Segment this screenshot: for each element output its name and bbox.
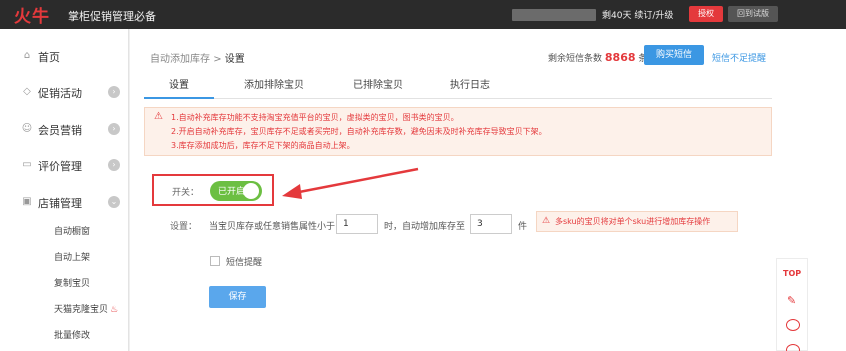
sidebar-item-label: 会员营销 xyxy=(38,124,82,137)
setting-label: 设置： xyxy=(170,222,198,232)
sidebar-item-shop-management[interactable]: ▣ 店铺管理 ⌄ xyxy=(0,193,129,213)
sidebar-subitem-label: 天猫克隆宝贝 xyxy=(54,305,109,315)
notice-line-1: 1.自动补充库存功能不支持淘宝充值平台的宝贝，虚拟类的宝贝，图书类的宝贝。 xyxy=(171,113,459,122)
tab-excluded-items[interactable]: 已排除宝贝 xyxy=(338,75,418,99)
sms-remaining-label: 剩余短信条数 xyxy=(548,54,603,64)
subscription-days-left[interactable]: 剩40天 续订/升级 xyxy=(602,8,673,21)
breadcrumb-parent[interactable]: 自动添加库存 xyxy=(150,54,210,65)
enable-toggle[interactable]: 已开启 xyxy=(210,181,262,201)
tag-icon: ◇ xyxy=(23,86,31,97)
sidebar-item-home[interactable]: ⌂ 首页 xyxy=(0,47,129,67)
tab-execution-log[interactable]: 执行日志 xyxy=(430,75,510,99)
shop-icon: ▣ xyxy=(22,196,32,207)
authorize-button[interactable]: 授权 xyxy=(689,6,723,22)
threshold-input[interactable]: 1 xyxy=(336,214,378,234)
multi-sku-warning: ⚠ 多sku的宝贝将对单个sku进行增加库存操作 xyxy=(536,211,738,232)
comment-icon: ▭ xyxy=(22,159,32,170)
sidebar-item-promotions[interactable]: ◇ 促销活动 › xyxy=(0,83,129,103)
fire-icon: ♨ xyxy=(110,305,119,315)
sidebar-item-label: 促销活动 xyxy=(38,87,82,100)
condition-text-unit: 件 xyxy=(518,222,528,232)
app-logo: 火牛 xyxy=(14,7,50,27)
switch-label: 开关： xyxy=(172,188,200,198)
warning-icon: ⚠ xyxy=(154,111,163,122)
condition-text-below: 当宝贝库存或任意销售属性小于 xyxy=(209,222,336,232)
chevron-down-icon: ⌄ xyxy=(108,196,120,208)
chevron-right-icon: › xyxy=(108,123,120,135)
breadcrumb-current: 设置 xyxy=(224,54,245,65)
old-version-button[interactable]: 回到试版 xyxy=(728,6,778,22)
buy-sms-button[interactable]: 购买短信 xyxy=(644,45,704,65)
sms-remaining: 剩余短信条数 8868 条 xyxy=(548,51,647,64)
user-icon: ☺ xyxy=(21,123,33,134)
sidebar-item-member-marketing[interactable]: ☺ 会员营销 › xyxy=(0,120,129,140)
more-icon[interactable] xyxy=(786,344,800,351)
breadcrumb-separator: > xyxy=(213,54,222,65)
back-to-top-button[interactable]: TOP xyxy=(783,269,801,278)
annotation-arrow xyxy=(282,167,419,199)
edit-icon[interactable]: ✎ xyxy=(787,294,796,307)
notice-line-3: 3.库存添加成功后，库存不足下架的商品自动上架。 xyxy=(171,141,355,150)
sidebar-subitem-auto-window[interactable]: 自动橱窗 xyxy=(54,224,90,237)
breadcrumb: 自动添加库存 > 设置 xyxy=(150,50,245,65)
sms-remaining-count: 8868 xyxy=(604,51,636,64)
sidebar-subitem-batch-edit[interactable]: 批量修改 xyxy=(54,328,90,341)
main-content: 自动添加库存 > 设置 剩余短信条数 8868 条 购买短信 短信不足提醒 设置… xyxy=(130,29,846,351)
switch-highlight-box: 开关： 已开启 xyxy=(152,174,274,206)
condition-text-restock: 时，自动增加库存至 xyxy=(384,222,466,232)
top-bar: 火牛 掌柜促销管理必备 剩40天 续订/升级 授权 回到试版 xyxy=(0,0,846,29)
multi-sku-warning-text: 多sku的宝贝将对单个sku进行增加库存操作 xyxy=(555,217,711,226)
sidebar-item-reviews[interactable]: ▭ 评价管理 › xyxy=(0,156,129,176)
notice-line-2: 2.开启自动补充库存，宝贝库存不足或者买完时，自动补充库存数，避免因未及时补充库… xyxy=(171,127,547,136)
sidebar-item-label: 店铺管理 xyxy=(38,197,82,210)
home-icon: ⌂ xyxy=(23,50,31,61)
sidebar-subitem-tmall-clone[interactable]: 天猫克隆宝贝 ♨ xyxy=(54,302,118,315)
notice-box: ⚠ 1.自动补充库存功能不支持淘宝充值平台的宝贝，虚拟类的宝贝，图书类的宝贝。 … xyxy=(144,107,772,156)
save-button[interactable]: 保存 xyxy=(209,286,266,308)
app-name: 掌柜促销管理必备 xyxy=(68,10,156,23)
sms-remind-label[interactable]: 短信提醒 xyxy=(226,255,262,268)
floating-toolbar: TOP ✎ xyxy=(776,258,808,351)
sidebar-subitem-copy-item[interactable]: 复制宝贝 xyxy=(54,276,90,289)
toggle-knob xyxy=(243,183,259,199)
chevron-right-icon: › xyxy=(108,159,120,171)
warning-icon: ⚠ xyxy=(542,216,551,226)
toggle-state-text: 已开启 xyxy=(218,187,246,197)
chevron-right-icon: › xyxy=(108,86,120,98)
sidebar-item-label: 首页 xyxy=(38,51,60,64)
tab-settings[interactable]: 设置 xyxy=(144,75,214,99)
restock-to-input[interactable]: 3 xyxy=(470,214,512,234)
sidebar-subitem-auto-listing[interactable]: 自动上架 xyxy=(54,250,90,263)
customer-service-icon[interactable] xyxy=(786,319,800,331)
sms-low-remind-link[interactable]: 短信不足提醒 xyxy=(712,51,766,64)
tab-bar: 设置 添加排除宝贝 已排除宝贝 执行日志 xyxy=(144,75,772,99)
sidebar-item-label: 评价管理 xyxy=(38,160,82,173)
tab-add-excluded-items[interactable]: 添加排除宝贝 xyxy=(222,75,326,99)
sidebar: ⌂ 首页 ◇ 促销活动 › ☺ 会员营销 › ▭ 评价管理 › ▣ 店铺管理 ⌄… xyxy=(0,29,129,351)
shop-name-redacted xyxy=(512,9,596,21)
sms-remind-checkbox[interactable] xyxy=(210,256,220,266)
